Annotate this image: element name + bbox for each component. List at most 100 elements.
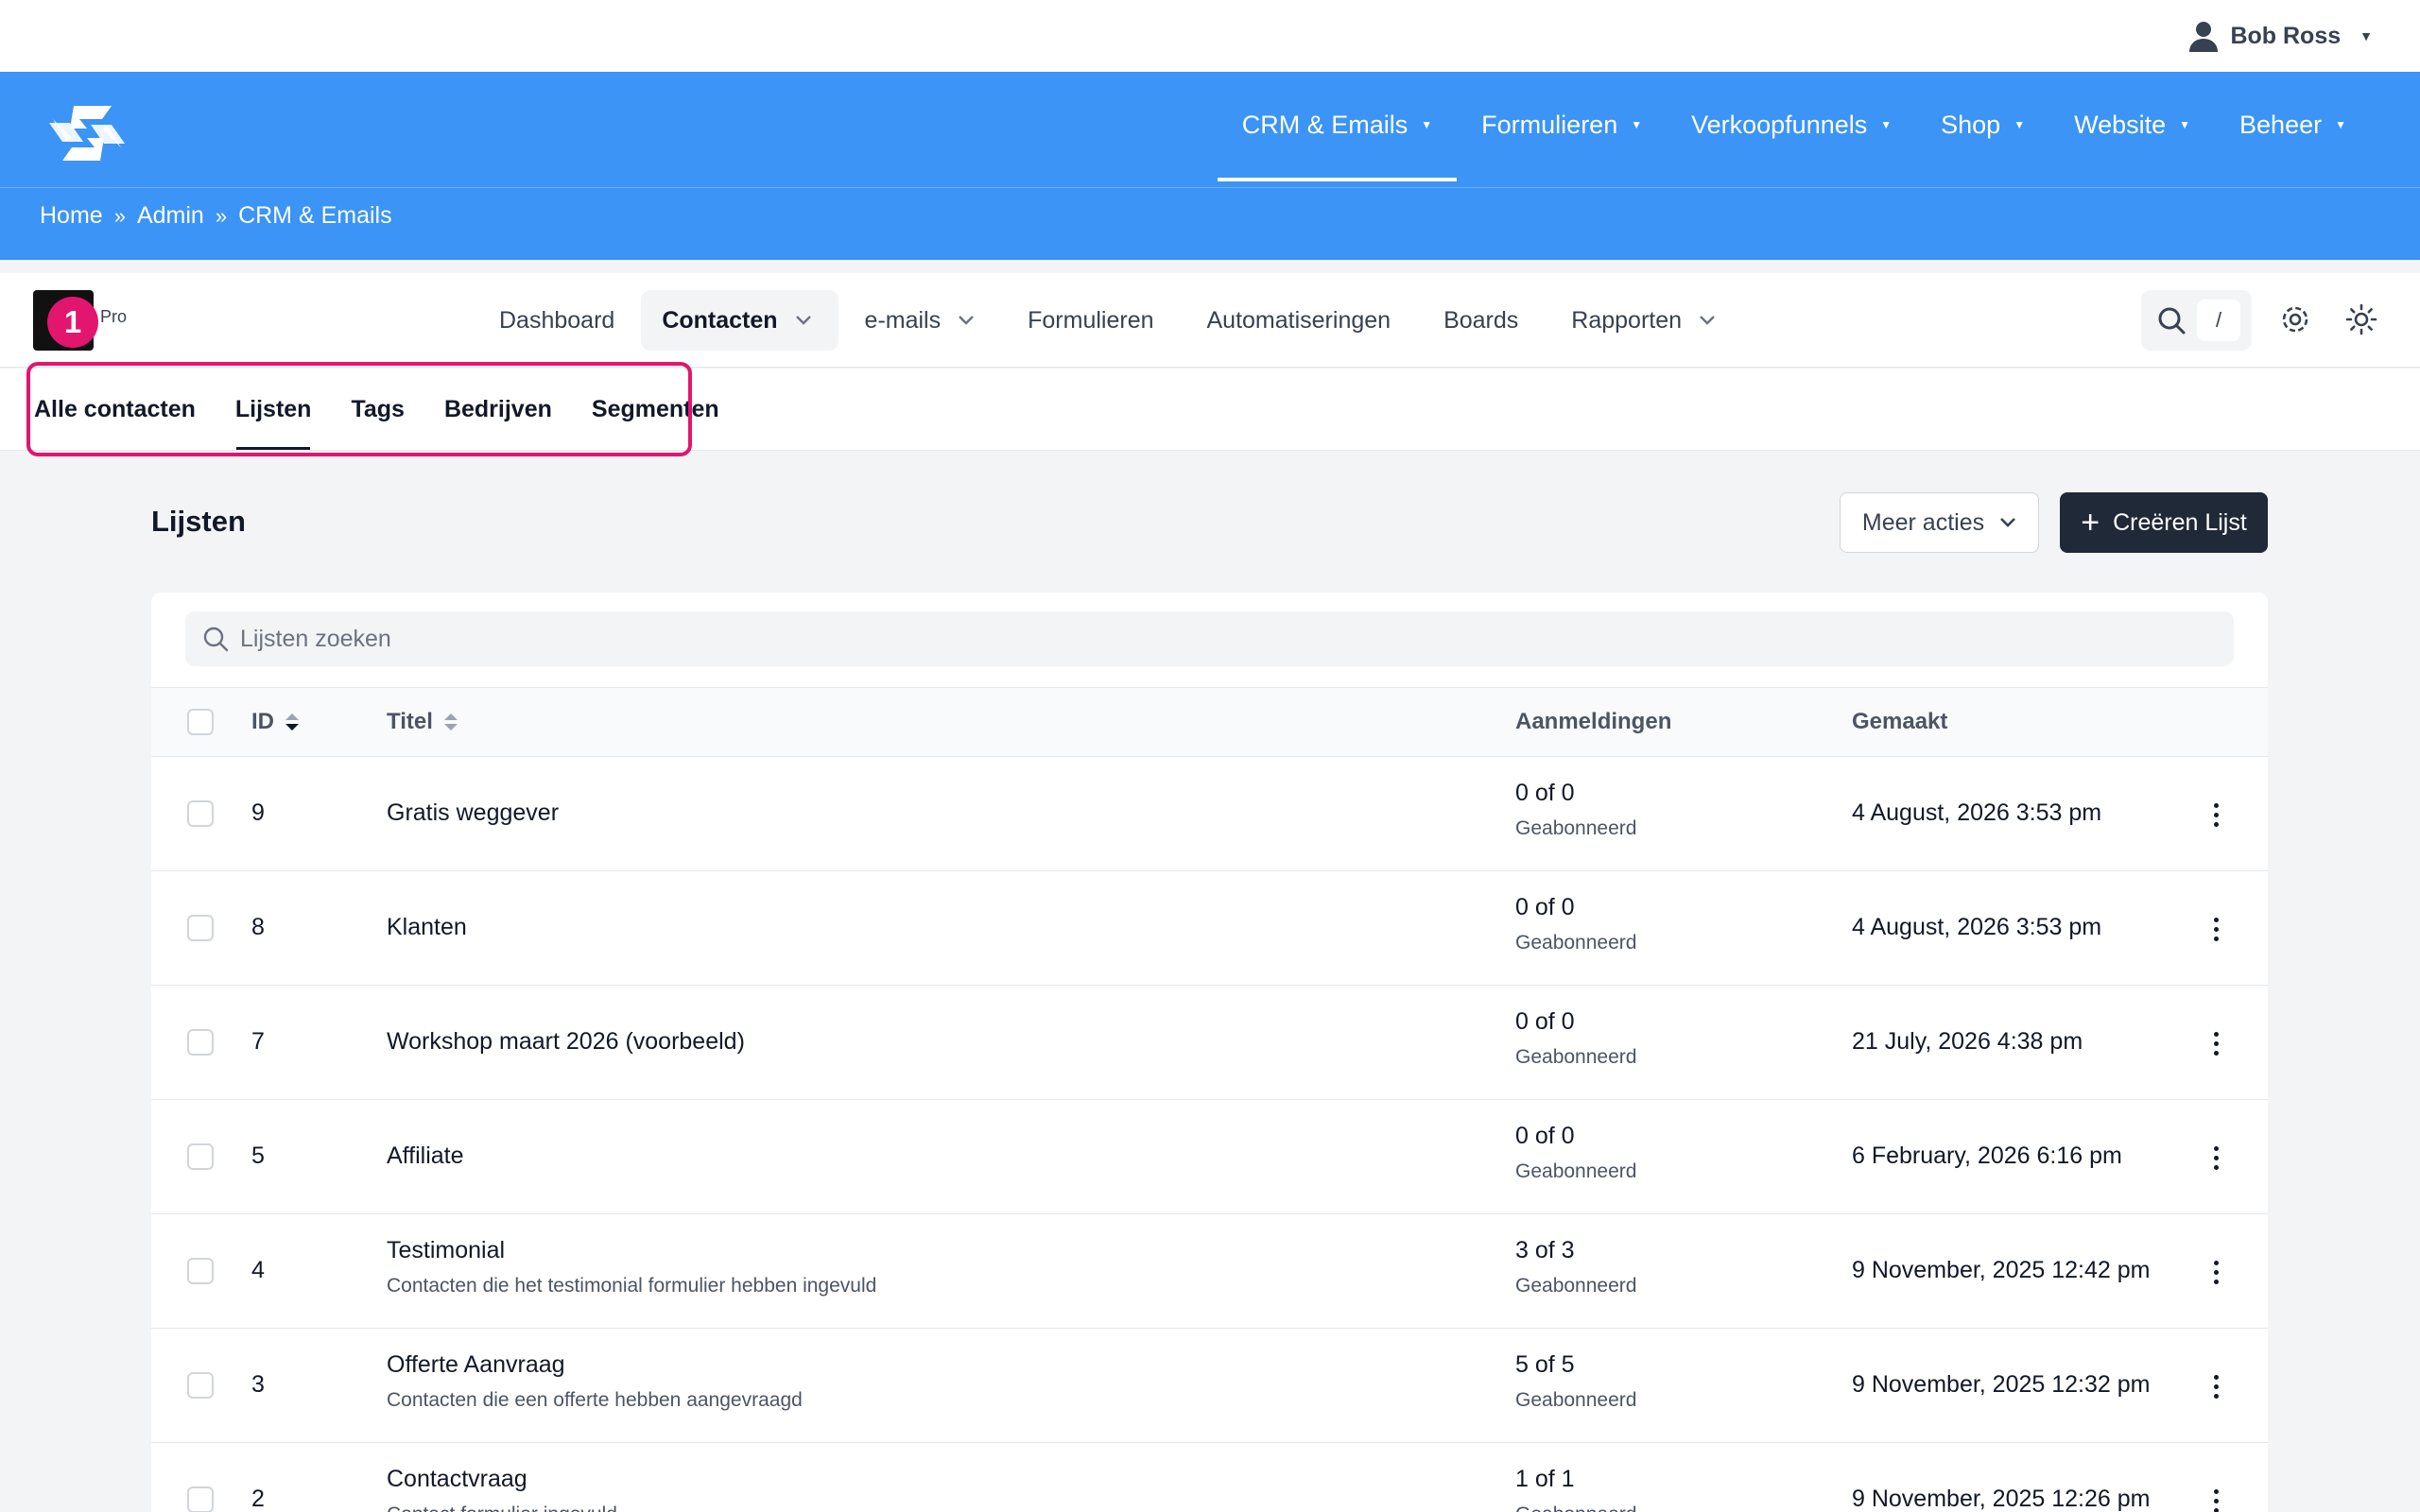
row-checkbox[interactable] [187, 800, 214, 827]
main-nav-verkoopfunnels[interactable]: Verkoopfunnels ▼ [1667, 72, 1916, 178]
app-nav-label: Automatiseringen [1206, 306, 1392, 334]
row-title[interactable]: Testimonial [387, 1237, 505, 1264]
create-list-label: Creëren Lijst [2113, 508, 2247, 536]
search-icon [2158, 307, 2186, 335]
row-signups: 0 of 0 [1515, 894, 1575, 920]
chevron-down-icon [795, 316, 811, 325]
row-status: Geabonneerd [1515, 1046, 1637, 1068]
more-options-icon[interactable] [2206, 1486, 2225, 1512]
breadcrumb-item[interactable]: Admin [137, 202, 204, 230]
app-nav: Dashboard Contacten e-mails Formulieren Auto… [473, 290, 1742, 351]
search-shortcut-key: / [2197, 300, 2240, 341]
breadcrumb-item[interactable]: CRM & Emails [238, 202, 392, 230]
search-icon [203, 627, 229, 652]
chevron-down-icon [2000, 518, 2016, 527]
more-options-icon[interactable] [2206, 1372, 2225, 1400]
app-nav-label: Formulieren [1028, 306, 1154, 334]
more-options-icon[interactable] [2206, 1258, 2225, 1286]
caret-down-icon: ▼ [2360, 28, 2373, 43]
plus-icon: + [2081, 505, 2100, 541]
more-actions-label: Meer acties [1861, 508, 1985, 536]
more-options-icon[interactable] [2206, 1143, 2225, 1172]
row-status: Geabonneerd [1515, 1389, 1637, 1411]
breadcrumb-separator: » [113, 203, 126, 228]
row-status: Geabonneerd [1515, 1503, 1636, 1512]
row-checkbox[interactable] [187, 915, 214, 941]
row-id: 7 [251, 1028, 265, 1055]
caret-down-icon: ▼ [1631, 118, 1643, 131]
user-menu[interactable]: Bob Ross ▼ [2188, 17, 2373, 55]
row-id: 2 [251, 1486, 265, 1512]
column-id[interactable]: ID [251, 688, 301, 756]
row-signups: 1 of 1 [1515, 1466, 1575, 1492]
main-nav-label: Verkoopfunnels [1691, 110, 1868, 139]
sort-icon [284, 712, 301, 732]
column-id-label: ID [251, 709, 274, 734]
global-search-button[interactable]: / [2141, 290, 2252, 351]
app-nav-contacten[interactable]: Contacten [641, 290, 838, 351]
create-list-button[interactable]: + Creëren Lijst [2060, 492, 2268, 553]
row-checkbox[interactable] [187, 1143, 214, 1170]
column-title[interactable]: Titel [387, 688, 459, 756]
main-nav-website[interactable]: Website ▼ [2049, 72, 2215, 178]
breadcrumb-item[interactable]: Home [40, 202, 103, 230]
app-nav-automatiseringen[interactable]: Automatiseringen [1181, 290, 1418, 351]
row-title[interactable]: Affiliate [387, 1143, 464, 1170]
app-nav-e-mails[interactable]: e-mails [838, 290, 1002, 351]
app-nav-label: Boards [1443, 306, 1519, 334]
select-all-checkbox[interactable] [187, 709, 214, 735]
more-options-icon[interactable] [2206, 915, 2225, 943]
brand-logo[interactable] [45, 100, 129, 166]
row-title[interactable]: Klanten [387, 914, 467, 941]
row-signups: 0 of 0 [1515, 1123, 1575, 1149]
row-title[interactable]: Contactvraag [387, 1466, 527, 1493]
row-title[interactable]: Offerte Aanvraag [387, 1351, 565, 1379]
main-nav-shop[interactable]: Shop ▼ [1916, 72, 2049, 178]
row-checkbox[interactable] [187, 1486, 214, 1512]
row-id: 9 [251, 799, 265, 826]
main-nav-crm-emails[interactable]: CRM & Emails ▼ [1217, 72, 1458, 181]
app-nav-boards[interactable]: Boards [1417, 290, 1545, 351]
main-header: CRM & Emails ▼ Formulieren ▼ Verkoopfunnels ▼… [0, 72, 2420, 260]
gear-icon[interactable] [2279, 303, 2311, 335]
more-options-icon[interactable] [2206, 1029, 2225, 1057]
more-options-icon[interactable] [2206, 800, 2225, 829]
row-checkbox[interactable] [187, 1372, 214, 1399]
main-nav-beheer[interactable]: Beheer ▼ [2215, 72, 2371, 178]
main-nav-label: Shop [1941, 110, 2001, 139]
main-nav: CRM & Emails ▼ Formulieren ▼ Verkoopfunnels ▼… [1217, 72, 2371, 187]
table-row: 9 Gratis weggever 0 of 0 Geabonneerd 4 Augus… [151, 757, 2268, 871]
app-nav-dashboard[interactable]: Dashboard [473, 290, 641, 351]
column-created: Gemaakt [1852, 709, 1948, 734]
highlight-box [26, 362, 692, 456]
row-title[interactable]: Workshop maart 2026 (voorbeeld) [387, 1028, 745, 1056]
main-nav-label: Website [2074, 110, 2167, 139]
table-row: 2 Contactvraag Contact formulier ingevuld 1… [151, 1443, 2268, 1512]
breadcrumb: Home » Admin » CRM & Emails [40, 202, 392, 230]
table-row: 3 Offerte Aanvraag Contacten die een offer… [151, 1329, 2268, 1443]
row-description: Contact formulier ingevuld [387, 1503, 617, 1512]
row-status: Geabonneerd [1515, 817, 1637, 839]
row-checkbox[interactable] [187, 1258, 214, 1284]
edition-label: Pro [100, 307, 128, 326]
breadcrumb-separator: » [215, 203, 228, 228]
app-nav-formulieren[interactable]: Formulieren [1001, 290, 1180, 351]
row-created: 9 November, 2025 12:32 pm [1852, 1371, 2151, 1398]
row-status: Geabonneerd [1515, 1160, 1637, 1182]
row-description: Contacten die het testimonial formulier … [387, 1275, 877, 1297]
table-row: 8 Klanten 0 of 0 Geabonneerd 4 August, 2026 … [151, 871, 2268, 986]
table-row: 4 Testimonial Contacten die het testimonia… [151, 1214, 2268, 1329]
app-nav-label: Rapporten [1571, 306, 1683, 334]
user-name: Bob Ross [2230, 22, 2342, 49]
row-title[interactable]: Gratis weggever [387, 799, 559, 827]
header-divider [0, 187, 2420, 188]
app-nav-rapporten[interactable]: Rapporten [1545, 290, 1742, 351]
main-nav-formulieren[interactable]: Formulieren ▼ [1457, 72, 1667, 178]
more-actions-button[interactable]: Meer acties [1840, 492, 2039, 553]
chevron-down-icon [959, 316, 974, 325]
list-search-input[interactable] [240, 625, 1942, 653]
main-nav-label: Beheer [2239, 110, 2323, 139]
row-created: 6 February, 2026 6:16 pm [1852, 1143, 2122, 1169]
row-checkbox[interactable] [187, 1029, 214, 1056]
theme-toggle-icon[interactable] [2345, 303, 2377, 335]
